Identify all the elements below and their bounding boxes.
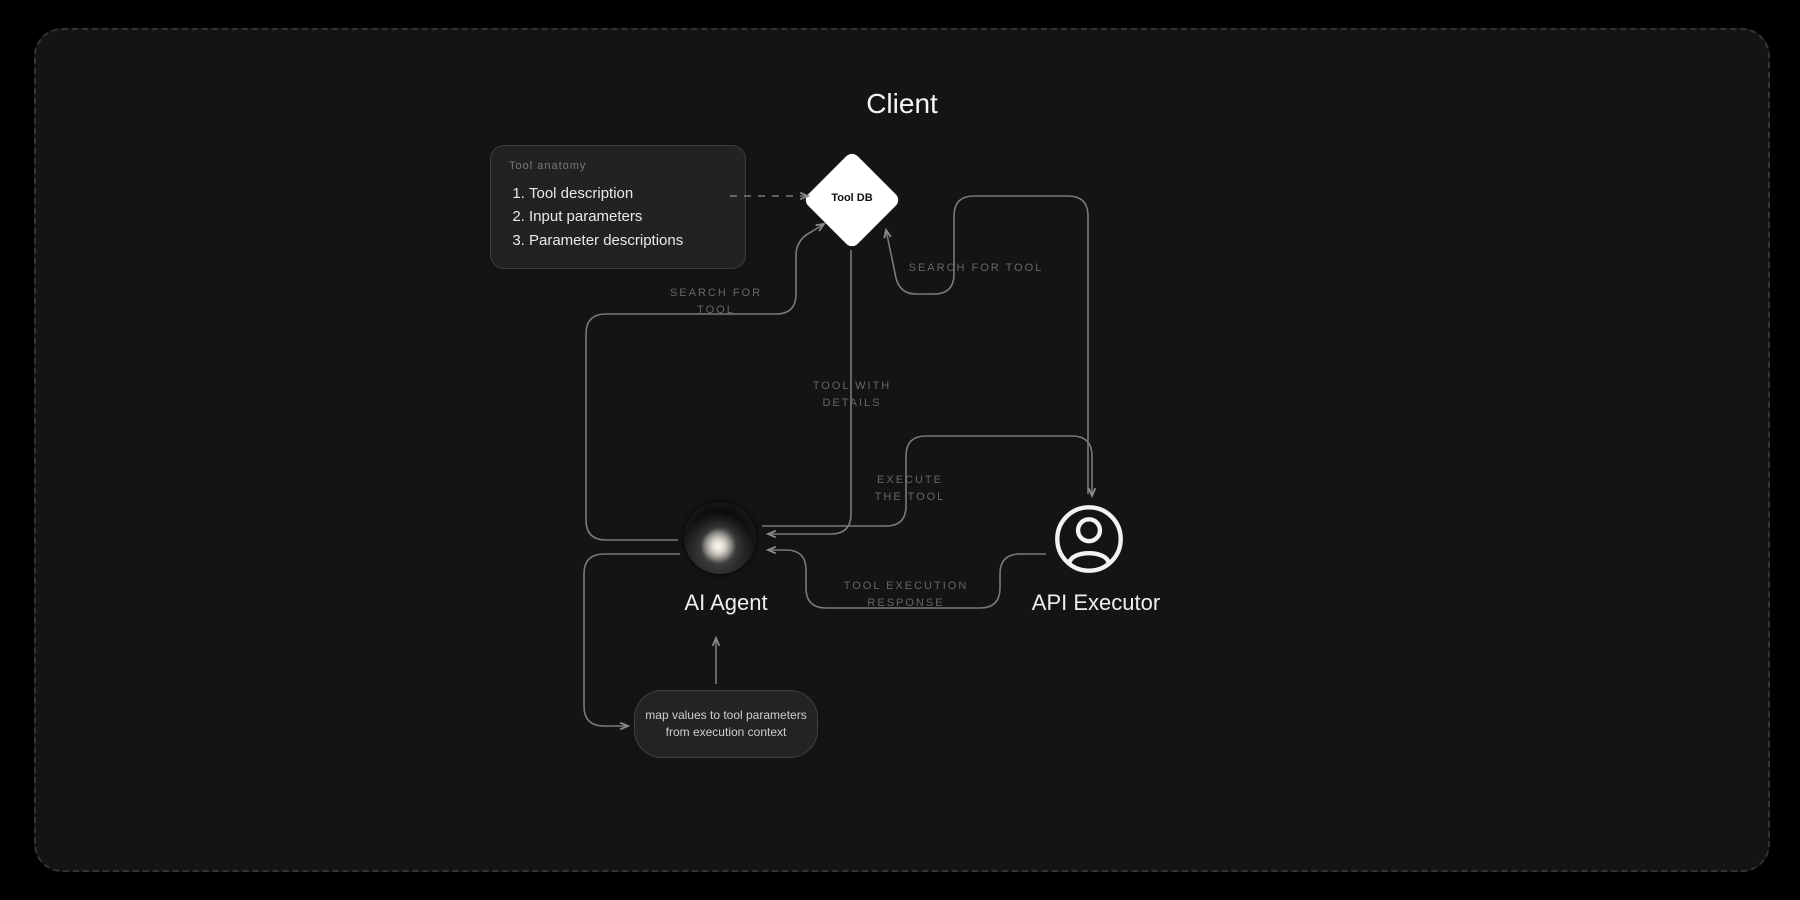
user-circle-icon — [1054, 504, 1124, 574]
list-item: Input parameters — [529, 205, 727, 228]
edge-label-search-left: SEARCH FORTOOL — [646, 285, 786, 318]
edge-label-tool-with-details: TOOL WITHDETAILS — [792, 378, 912, 411]
tool-anatomy-list: Tool description Input parameters Parame… — [509, 182, 727, 252]
map-values-node: map values to tool parameters from execu… — [634, 690, 818, 758]
ai-agent-label: AI Agent — [636, 590, 816, 616]
tool-anatomy-card: Tool anatomy Tool description Input para… — [490, 145, 746, 269]
tool-anatomy-heading: Tool anatomy — [509, 160, 727, 172]
api-executor-node — [1054, 504, 1124, 574]
ai-agent-node — [684, 502, 756, 574]
api-executor-label: API Executor — [996, 590, 1196, 616]
edges-layer — [36, 30, 1768, 870]
edge-search-right — [886, 196, 1088, 494]
edge-label-execute-the-tool: EXECUTETHE TOOL — [850, 472, 970, 505]
list-item: Tool description — [529, 182, 727, 205]
edge-label-search-right: SEARCH FOR TOOL — [886, 260, 1066, 277]
list-item: Parameter descriptions — [529, 229, 727, 252]
page-title: Client — [36, 88, 1768, 120]
tool-db-label: Tool DB — [802, 192, 902, 204]
map-values-text: map values to tool parameters from execu… — [645, 708, 806, 739]
diagram-frame: Client Tool anatomy Tool description Inp… — [34, 28, 1770, 872]
edge-label-tool-execution-response: TOOL EXECUTIONRESPONSE — [816, 578, 996, 611]
tool-db-node: Tool DB — [802, 150, 902, 250]
edge-search-left — [586, 224, 824, 540]
